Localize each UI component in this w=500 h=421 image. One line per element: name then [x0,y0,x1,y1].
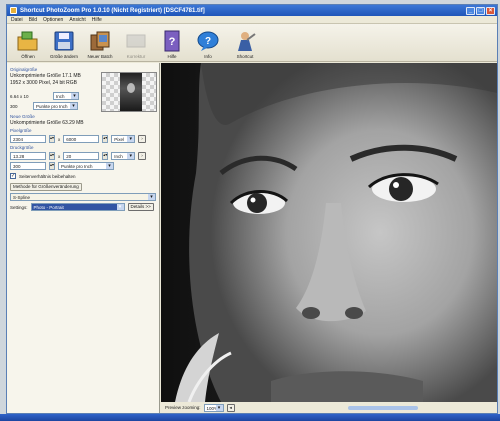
pixel-size-label: Pixelgröße [10,128,32,133]
new-batch-button[interactable]: Neuer Batch [83,30,117,59]
original-resolution: 300 [10,103,18,109]
menu-ansicht[interactable]: Ansicht [69,17,85,23]
window-title: Shortcut PhotoZoom Pro 1.0.10 (Nicht Reg… [20,7,205,14]
batch-icon [90,31,110,51]
close-button[interactable]: × [486,6,495,15]
settings-label: Settings: [10,204,28,210]
menu-optionen[interactable]: Optionen [43,17,63,23]
zoom-label: Preview zooming: [165,405,201,410]
thumbnail-image [120,73,142,111]
settings-select[interactable]: Photo - Portrait [30,203,125,211]
minimize-button[interactable]: _ [466,6,475,15]
print-size-label: Druckgröße [10,145,34,150]
correction-button[interactable]: Korrektur [119,30,153,59]
original-size-unit-select[interactable]: Inch [53,92,79,100]
horizontal-scrollbar[interactable] [347,405,418,410]
app-window: Shortcut PhotoZoom Pro 1.0.10 (Nicht Reg… [6,4,498,414]
keep-ratio-checkbox[interactable]: ✓ [10,173,16,179]
details-button[interactable]: Details >> [127,203,154,211]
pixel-unit-select[interactable]: Pixel [111,135,136,143]
disabled-tool-icon [126,34,146,48]
method-select[interactable]: S-Spline [10,193,156,201]
new-size-heading: Neue Größe [10,114,35,119]
info-bubble-icon: ? [197,31,219,51]
app-icon [10,7,17,14]
dpi-spinner[interactable]: ▴▾ [49,162,55,170]
resize-method-label: Methode für Größenveränderung [10,183,82,191]
print-width-spinner[interactable]: ▴▾ [49,152,55,160]
print-height-spinner[interactable]: ▴▾ [102,152,109,160]
resize-button[interactable]: Größe ändern [47,30,81,59]
open-button[interactable]: Öffnen [11,30,45,59]
print-width-input[interactable]: 13.28 [10,152,46,160]
print-height-input[interactable]: 20 [63,152,100,160]
times-sign: x [58,136,61,142]
pixel-height-input[interactable]: 6000 [63,135,100,143]
original-size-value: 6.64 x 10 [10,93,29,99]
window-controls: _ □ × [466,6,497,15]
status-bar: Preview zooming: 100% ◂ [161,402,497,413]
times-sign: x [58,153,61,159]
menu-datei[interactable]: Datei [11,17,23,23]
dpi-input[interactable]: 300 [10,162,46,170]
toolbar: Öffnen Größe ändern Neuer Batch Korrektu… [7,24,497,62]
info-button[interactable]: ? Info [191,30,225,59]
image-preview[interactable] [161,63,497,402]
print-unit-select[interactable]: Inch [111,152,136,160]
dpi-unit-select[interactable]: Punkte pro Inch [58,162,114,170]
help-button[interactable]: ? Hilfe [155,30,189,59]
keep-ratio-label: Seitenverhältnis beibehalten [19,173,76,179]
shortcut-button[interactable]: Shortcut [227,30,263,59]
menu-bild[interactable]: Bild [29,17,37,23]
pixel-lock-button[interactable]: › [138,135,146,143]
menu-hilfe[interactable]: Hilfe [92,17,102,23]
print-lock-button[interactable]: › [138,152,146,160]
new-uncompressed: Unkomprimierte Größe 63.29 MB [10,120,84,126]
pixel-height-spinner[interactable]: ▴▾ [102,135,109,143]
help-book-icon: ? [164,30,180,52]
zoom-select[interactable]: 100% [203,403,224,412]
svg-text:?: ? [169,36,176,48]
floppy-save-icon [54,31,74,51]
portrait-photo [161,63,497,402]
menu-bar: Datei Bild Optionen Ansicht Hilfe [7,16,497,24]
original-resolution-unit-select[interactable]: Punkte pro Inch [33,102,78,110]
maximize-button[interactable]: □ [476,6,485,15]
windows-taskbar [0,414,500,421]
open-folder-icon [17,31,38,51]
shortcut-logo-icon [238,32,256,51]
pixel-width-input[interactable]: 2304 [10,135,46,143]
svg-text:?: ? [205,36,211,47]
zoom-arrow-button[interactable]: ◂ [226,403,235,412]
title-bar[interactable]: Shortcut PhotoZoom Pro 1.0.10 (Nicht Reg… [7,5,497,16]
pixel-width-spinner[interactable]: ▴▾ [49,135,55,143]
thumbnail-navigator[interactable] [101,72,157,112]
settings-panel: Originalgröße Unkomprimierte Größe 17.1 … [7,63,160,413]
